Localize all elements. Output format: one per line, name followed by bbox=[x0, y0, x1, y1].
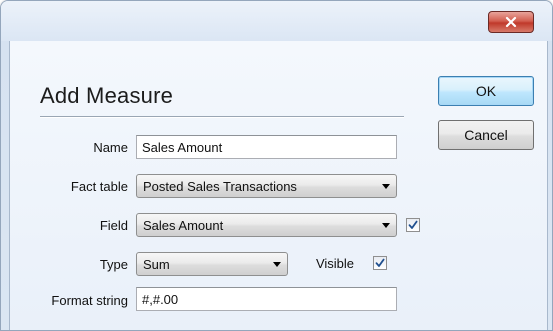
dialog-client-area: Add Measure Name Fact table Posted Sales… bbox=[9, 41, 548, 330]
ok-button[interactable]: OK bbox=[438, 76, 534, 106]
fact-table-dropdown[interactable]: Posted Sales Transactions bbox=[136, 174, 397, 198]
cancel-button[interactable]: Cancel bbox=[438, 120, 534, 150]
checkmark-icon bbox=[375, 258, 385, 267]
type-dropdown[interactable]: Sum bbox=[136, 252, 288, 276]
field-value: Sales Amount bbox=[143, 218, 224, 233]
chevron-down-icon bbox=[273, 262, 281, 267]
chevron-down-icon bbox=[382, 184, 390, 189]
title-bar bbox=[1, 1, 552, 41]
type-label: Type bbox=[99, 257, 128, 272]
dialog-title: Add Measure bbox=[40, 83, 174, 108]
fact-table-value: Posted Sales Transactions bbox=[143, 179, 297, 194]
dialog-window: Add Measure Name Fact table Posted Sales… bbox=[0, 0, 553, 331]
field-checkbox[interactable] bbox=[406, 218, 420, 232]
name-label: Name bbox=[93, 140, 128, 155]
visible-checkbox[interactable] bbox=[373, 256, 387, 270]
chevron-down-icon bbox=[382, 223, 390, 228]
checkmark-icon bbox=[408, 220, 418, 229]
field-label: Field bbox=[99, 218, 128, 233]
close-x-icon bbox=[505, 16, 517, 28]
field-dropdown[interactable]: Sales Amount bbox=[136, 213, 397, 237]
format-string-input[interactable] bbox=[136, 287, 397, 311]
format-string-label: Format string bbox=[51, 293, 128, 308]
fact-table-label: Fact table bbox=[70, 179, 128, 194]
name-input[interactable] bbox=[136, 135, 397, 159]
type-value: Sum bbox=[143, 257, 170, 272]
close-button[interactable] bbox=[488, 11, 534, 33]
title-divider bbox=[40, 116, 404, 118]
visible-label: Visible bbox=[315, 256, 354, 271]
